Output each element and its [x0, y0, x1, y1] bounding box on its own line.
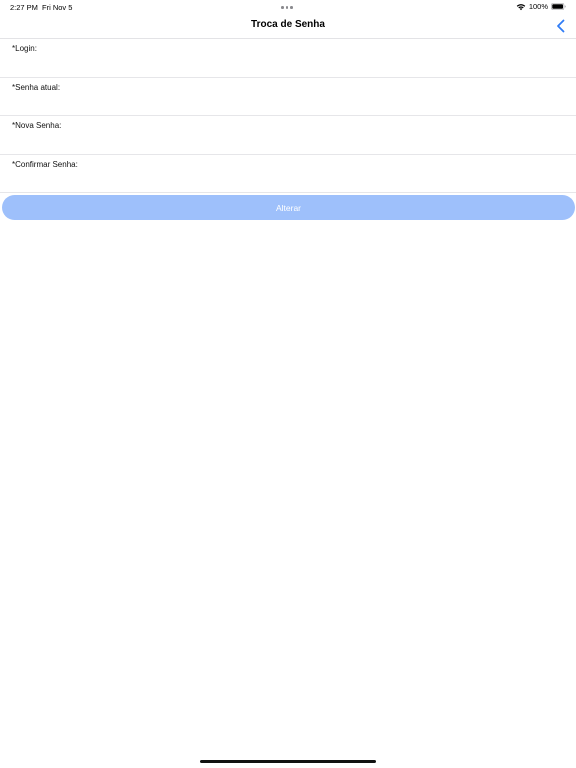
- confirm-password-label: *Confirmar Senha:: [12, 159, 78, 169]
- navigation-bar: Troca de Senha: [0, 14, 576, 39]
- battery-percent: 100%: [528, 2, 548, 11]
- current-password-label: *Senha atual:: [12, 82, 61, 92]
- change-password-form: *Login: *Senha atual: *Nova Senha: *Conf…: [0, 39, 576, 193]
- battery-icon: [551, 3, 566, 10]
- status-bar: 2:27 PM Fri Nov 5 100%: [0, 0, 576, 14]
- login-input[interactable]: [12, 56, 564, 74]
- current-password-field: *Senha atual:: [0, 78, 576, 116]
- app-screen: 2:27 PM Fri Nov 5 100% Troca de Senha *L…: [0, 0, 576, 768]
- chevron-left-icon: [557, 19, 565, 33]
- status-indicators: 100%: [516, 2, 566, 11]
- status-time: 2:27 PM: [10, 3, 38, 12]
- new-password-label: *Nova Senha:: [12, 121, 62, 130]
- status-date: Fri Nov 5: [42, 3, 73, 12]
- page-title: Troca de Senha: [251, 19, 325, 30]
- current-password-input[interactable]: [12, 94, 564, 113]
- new-password-field: *Nova Senha:: [0, 116, 576, 155]
- home-indicator[interactable]: [200, 760, 376, 763]
- confirm-password-input[interactable]: [12, 171, 564, 190]
- login-label: *Login:: [12, 44, 37, 53]
- back-button[interactable]: [554, 18, 568, 34]
- wifi-icon: [516, 3, 526, 10]
- new-password-input[interactable]: [12, 133, 564, 151]
- change-password-button[interactable]: Alterar: [2, 195, 575, 220]
- multitasking-dots-icon[interactable]: [281, 6, 293, 9]
- login-field: *Login:: [0, 39, 576, 78]
- confirm-password-field: *Confirmar Senha:: [0, 155, 576, 193]
